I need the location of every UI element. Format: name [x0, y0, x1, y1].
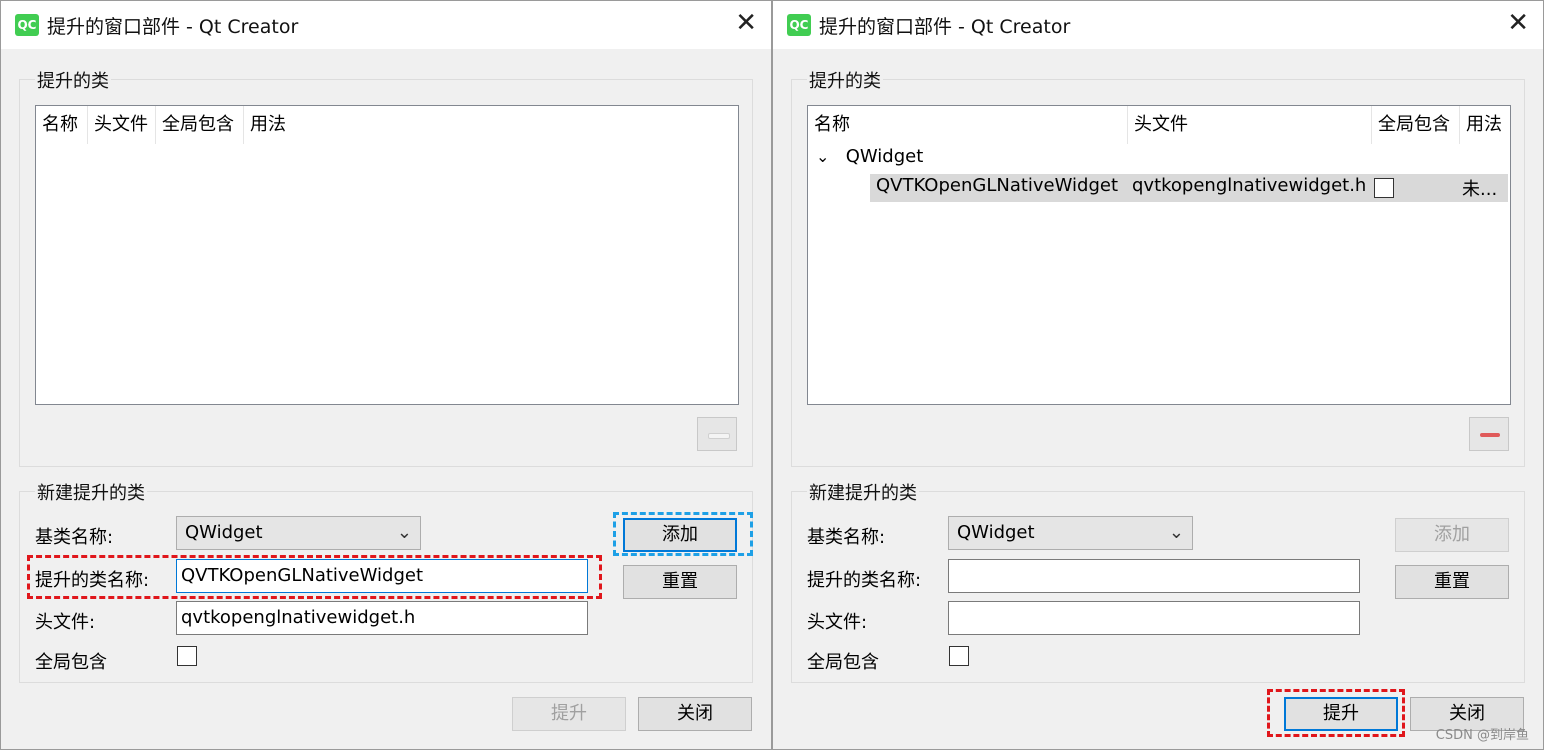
new-promoted-class-group-title: 新建提升的类	[807, 479, 919, 505]
promoted-class-usage: 未...	[1462, 179, 1498, 200]
column-header-name[interactable]: 名称	[808, 106, 1128, 144]
global-include-checkbox[interactable]	[1374, 178, 1394, 198]
promoted-classes-group-title: 提升的类	[807, 67, 883, 93]
qt-creator-icon: QC	[787, 14, 811, 36]
minus-icon	[708, 433, 730, 439]
tree-item-label: QWidget	[845, 146, 924, 167]
promoted-class-name-label: 提升的类名称:	[35, 570, 150, 591]
promoted-class-name-input[interactable]	[948, 559, 1360, 593]
window-title: 提升的窗口部件 - Qt Creator	[819, 16, 1071, 38]
promoted-widgets-dialog-left: QC 提升的窗口部件 - Qt Creator ✕ 提升的类 名称 头文件 全局…	[0, 0, 772, 750]
header-file-label: 头文件:	[35, 612, 96, 633]
tree-item-promoted-class[interactable]: QVTKOpenGLNativeWidget qvtkopenglnativew…	[870, 174, 1508, 202]
promoted-widgets-dialog-right: QC 提升的窗口部件 - Qt Creator ✕ 提升的类 名称 头文件 全局…	[772, 0, 1544, 750]
promoted-class-name-input[interactable]: QVTKOpenGLNativeWidget	[176, 559, 588, 593]
new-promoted-class-group-title: 新建提升的类	[35, 479, 147, 505]
promoted-classes-group-title: 提升的类	[35, 67, 111, 93]
watermark: CSDN @到岸鱼	[1435, 728, 1529, 743]
column-header-global-include[interactable]: 全局包含	[1372, 106, 1460, 144]
base-class-label: 基类名称:	[35, 527, 114, 548]
promoted-class-name-label: 提升的类名称:	[807, 570, 922, 591]
remove-class-button[interactable]	[697, 417, 737, 451]
column-header-usage[interactable]: 用法	[244, 106, 304, 144]
reset-button[interactable]: 重置	[623, 565, 737, 599]
promoted-classes-tree[interactable]: 名称 头文件 全局包含 用法	[35, 105, 739, 405]
column-header-global-include[interactable]: 全局包含	[156, 106, 244, 144]
tree-item-qwidget[interactable]: ⌄ QWidget	[816, 146, 923, 167]
title-bar: QC 提升的窗口部件 - Qt Creator ✕	[1, 1, 771, 49]
chevron-down-icon: ⌄	[1168, 522, 1184, 543]
column-header-usage[interactable]: 用法	[1460, 106, 1510, 144]
add-button[interactable]: 添加	[1395, 518, 1509, 552]
close-button[interactable]: 关闭	[638, 697, 752, 731]
global-include-label: 全局包含	[807, 652, 879, 673]
column-header-header-file[interactable]: 头文件	[88, 106, 156, 144]
base-class-label: 基类名称:	[807, 527, 886, 548]
column-header-header-file[interactable]: 头文件	[1128, 106, 1372, 144]
add-button[interactable]: 添加	[623, 518, 737, 552]
title-bar: QC 提升的窗口部件 - Qt Creator ✕	[773, 1, 1543, 49]
close-icon[interactable]: ✕	[735, 9, 757, 37]
base-class-combo[interactable]: QWidget ⌄	[176, 516, 421, 550]
column-header-name[interactable]: 名称	[36, 106, 88, 144]
remove-class-button[interactable]	[1469, 417, 1509, 451]
header-file-input[interactable]	[948, 601, 1360, 635]
header-file-input[interactable]: qvtkopenglnativewidget.h	[176, 601, 588, 635]
promote-button[interactable]: 提升	[1284, 697, 1398, 731]
close-icon[interactable]: ✕	[1507, 9, 1529, 37]
promoted-classes-tree[interactable]: 名称 头文件 全局包含 用法 ⌄ QWidget QVTKOpenGLNativ…	[807, 105, 1511, 405]
chevron-down-icon: ⌄	[396, 522, 412, 543]
global-include-label: 全局包含	[35, 652, 107, 673]
promoted-class-header: qvtkopenglnativewidget.h	[1132, 175, 1367, 196]
window-title: 提升的窗口部件 - Qt Creator	[47, 16, 299, 38]
promote-button[interactable]: 提升	[512, 697, 626, 731]
minus-icon	[1480, 433, 1500, 437]
promoted-class-name: QVTKOpenGLNativeWidget	[876, 175, 1119, 196]
chevron-down-icon[interactable]: ⌄	[816, 147, 836, 166]
global-include-checkbox[interactable]	[949, 646, 969, 666]
reset-button[interactable]: 重置	[1395, 565, 1509, 599]
base-class-combo[interactable]: QWidget ⌄	[948, 516, 1193, 550]
qt-creator-icon: QC	[15, 14, 39, 36]
base-class-value: QWidget	[185, 522, 263, 543]
base-class-value: QWidget	[957, 522, 1035, 543]
global-include-checkbox[interactable]	[177, 646, 197, 666]
header-file-label: 头文件:	[807, 612, 868, 633]
